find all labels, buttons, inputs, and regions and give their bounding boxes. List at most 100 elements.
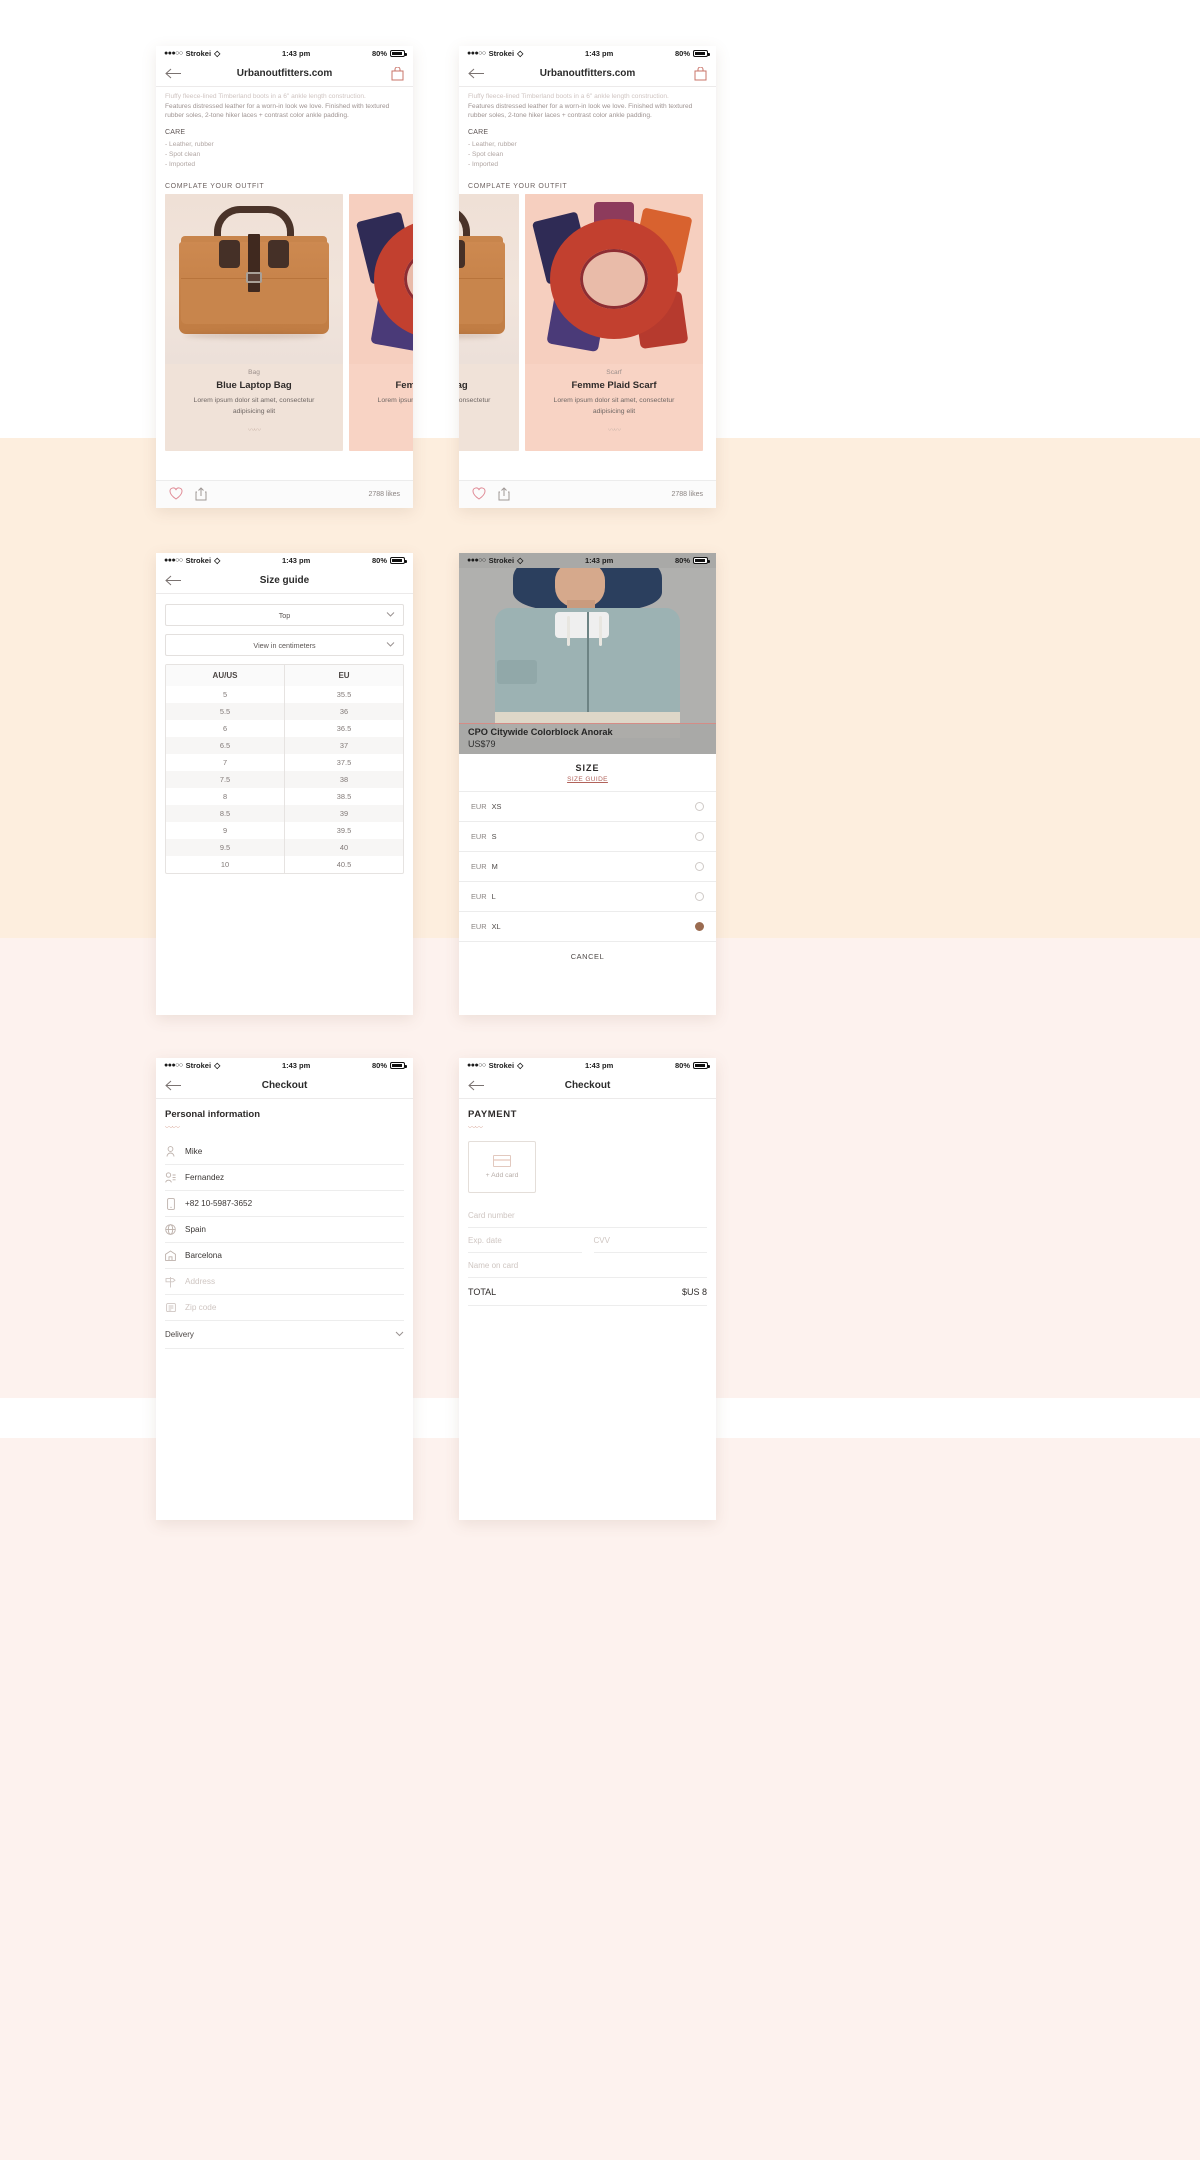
heart-icon[interactable] — [472, 487, 486, 502]
mailbox-icon — [165, 1302, 176, 1313]
description-text: Features distressed leather for a worn-i… — [468, 102, 693, 120]
exp-date-input[interactable]: Exp. date — [468, 1228, 582, 1253]
description-clipped-line: Fluffy fleece-lined Timberland boots in … — [165, 93, 366, 100]
radio-button[interactable] — [695, 892, 704, 901]
likes-count: 2788 likes — [368, 491, 400, 498]
size-option-l[interactable]: EUR L — [459, 882, 716, 912]
status-bar: ●●●○○ Strokei ◇ 1:43 pm 80% — [459, 553, 716, 568]
delivery-dropdown[interactable]: Delivery — [165, 1321, 404, 1349]
back-arrow-icon[interactable] — [165, 68, 183, 79]
wifi-icon: ◇ — [517, 556, 524, 565]
action-bar: 2788 likes — [459, 480, 716, 508]
table-row: 8.5 39 — [166, 805, 403, 822]
shopping-bag-icon[interactable] — [386, 66, 404, 81]
field-first-name[interactable]: Mike — [165, 1139, 404, 1165]
signal-dots-icon: ●●●○○ — [467, 557, 486, 564]
screen-product-left: ●●●○○ Strokei ◇ 1:43 pm 80% Urbanoutfitt… — [156, 46, 413, 508]
size-heading: SIZE — [575, 763, 600, 773]
status-bar: ●●●○○ Strokei ◇ 1:43 pm 80% — [156, 1058, 413, 1073]
units-select[interactable]: View in centimeters — [165, 634, 404, 656]
radio-button[interactable] — [695, 862, 704, 871]
likes-count: 2788 likes — [671, 491, 703, 498]
cell-au-us: 8 — [222, 792, 228, 801]
heart-icon[interactable] — [169, 487, 183, 502]
card-number-input[interactable]: Card number — [468, 1203, 707, 1228]
radio-button[interactable] — [695, 802, 704, 811]
cell-eu: 40 — [284, 839, 403, 856]
product-name: Femme Plaid Scarf — [395, 380, 413, 392]
screen-checkout-personal: ●●●○○ Strokei ◇ 1:43 pm 80% Checkout Per… — [156, 1058, 413, 1520]
related-products-carousel[interactable]: Bag Blue Laptop Bag Lorem ipsum dolor si… — [459, 194, 716, 451]
clock-label: 1:43 pm — [281, 556, 311, 565]
cell-eu: 37 — [284, 737, 403, 754]
product-desc: Lorem ipsum dolor sit amet, consectetur … — [459, 397, 491, 405]
credit-card-icon — [493, 1155, 511, 1167]
cell-au-us: 7 — [222, 758, 228, 767]
field-city[interactable]: Barcelona — [165, 1243, 404, 1269]
cell-au-us: 7.5 — [219, 775, 231, 784]
screen-size-guide: ●●●○○ Strokei ◇ 1:43 pm 80% Size guide T… — [156, 553, 413, 1015]
cell-au-us: 5.5 — [219, 707, 231, 716]
cell-eu: 38.5 — [284, 788, 403, 805]
battery-icon — [390, 1062, 408, 1069]
cvv-input[interactable]: CVV — [593, 1228, 707, 1253]
nav-bar: Checkout — [156, 1073, 413, 1099]
cell-eu: 35.5 — [284, 686, 403, 703]
size-option-m[interactable]: EUR M — [459, 852, 716, 882]
section-title: PAYMENT — [468, 1109, 518, 1120]
column-header-eu: EU — [284, 665, 403, 686]
screen-product-right: ●●●○○ Strokei ◇ 1:43 pm 80% Urbanoutfitt… — [459, 46, 716, 508]
screen-size-picker: ●●●○○ Strokei ◇ 1:43 pm 80% CPO Citywide… — [459, 553, 716, 1015]
field-value: +82 10-5987-3652 — [185, 1199, 253, 1208]
chevron-down-icon — [395, 1330, 404, 1339]
name-on-card-input[interactable]: Name on card — [468, 1253, 707, 1278]
care-item: - Imported — [468, 160, 499, 168]
cvv-placeholder: CVV — [593, 1235, 610, 1245]
size-guide-link[interactable]: SIZE GUIDE — [459, 776, 716, 783]
product-name: Femme Plaid Scarf — [571, 380, 657, 392]
back-arrow-icon[interactable] — [165, 575, 183, 586]
add-card-button[interactable]: + Add card — [468, 1141, 536, 1193]
size-unit: EUR — [471, 862, 487, 871]
radio-button[interactable] — [695, 832, 704, 841]
shopping-bag-icon[interactable] — [689, 66, 707, 81]
cell-eu: 39 — [284, 805, 403, 822]
squiggle-decoration: 〰〰 — [361, 425, 413, 435]
nav-bar: Checkout — [459, 1073, 716, 1099]
size-option-xs[interactable]: EUR XS — [459, 792, 716, 822]
size-option-xl[interactable]: EUR XL — [459, 912, 716, 942]
share-icon[interactable] — [498, 486, 510, 503]
product-card-bag[interactable]: Bag Blue Laptop Bag Lorem ipsum dolor si… — [165, 194, 343, 451]
field-zip[interactable]: Zip code — [165, 1295, 404, 1321]
field-address[interactable]: Address — [165, 1269, 404, 1295]
care-heading: CARE — [468, 128, 489, 136]
cell-eu: 38 — [284, 771, 403, 788]
field-last-name[interactable]: Fernandez — [165, 1165, 404, 1191]
product-card-scarf[interactable]: Scarf Femme Plaid Scarf Lorem ipsum dolo… — [349, 194, 413, 451]
field-country[interactable]: Spain — [165, 1217, 404, 1243]
product-card-bag[interactable]: Bag Blue Laptop Bag Lorem ipsum dolor si… — [459, 194, 519, 451]
share-icon[interactable] — [195, 486, 207, 503]
product-card-scarf[interactable]: Scarf Femme Plaid Scarf Lorem ipsum dolo… — [525, 194, 703, 451]
nav-bar: Size guide — [156, 568, 413, 594]
cancel-button[interactable]: CANCEL — [459, 942, 716, 970]
back-arrow-icon[interactable] — [468, 1080, 486, 1091]
category-select[interactable]: Top — [165, 604, 404, 626]
size-unit: EUR — [471, 892, 487, 901]
field-phone[interactable]: +82 10-5987-3652 — [165, 1191, 404, 1217]
cell-eu: 36 — [284, 703, 403, 720]
back-arrow-icon[interactable] — [468, 68, 486, 79]
battery-percent-label: 80% — [675, 1061, 691, 1070]
carrier-label: Strokei — [488, 49, 515, 58]
product-description: Fluffy fleece-lined Timberland boots in … — [459, 87, 716, 169]
signal-dots-icon: ●●●○○ — [164, 1062, 183, 1069]
scarf-product-image — [525, 194, 703, 365]
back-arrow-icon[interactable] — [165, 1080, 183, 1091]
care-heading: CARE — [165, 128, 186, 136]
size-unit: EUR — [471, 802, 487, 811]
size-option-s[interactable]: EUR S — [459, 822, 716, 852]
related-products-carousel[interactable]: Bag Blue Laptop Bag Lorem ipsum dolor si… — [156, 194, 413, 451]
field-value: Fernandez — [185, 1173, 225, 1182]
radio-button-selected[interactable] — [695, 922, 704, 931]
clock-label: 1:43 pm — [584, 1061, 614, 1070]
